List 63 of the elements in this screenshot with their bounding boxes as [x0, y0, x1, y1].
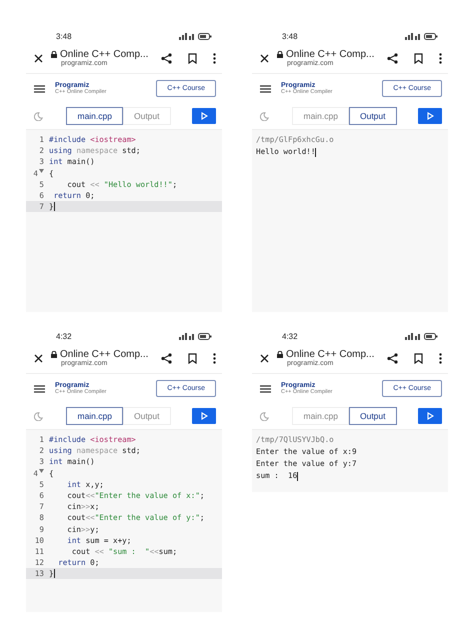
run-button[interactable] [418, 108, 442, 124]
close-icon[interactable] [32, 52, 45, 64]
play-icon [200, 112, 208, 120]
battery-icon [198, 333, 212, 340]
run-button[interactable] [192, 408, 216, 424]
battery-icon [424, 333, 438, 340]
status-time: 4:32 [282, 332, 298, 341]
close-icon[interactable] [258, 52, 271, 64]
lock-icon [51, 351, 57, 358]
file-tab[interactable]: Output [348, 407, 397, 425]
text-cursor [315, 148, 316, 156]
page-title: Online C++ Comp... [286, 349, 374, 360]
file-tab[interactable]: Output [348, 107, 397, 125]
menu-icon[interactable] [32, 82, 47, 94]
battery-icon [424, 33, 438, 40]
lock-icon [277, 351, 283, 358]
signal-icon [405, 33, 421, 40]
bookmark-icon[interactable] [186, 50, 199, 66]
share-icon[interactable] [159, 350, 174, 366]
text-cursor [54, 569, 55, 578]
share-icon[interactable] [159, 50, 174, 66]
run-button[interactable] [192, 108, 216, 124]
page-title: Online C++ Comp... [60, 49, 148, 60]
bookmark-icon[interactable] [186, 350, 199, 366]
more-options-icon[interactable] [211, 50, 218, 66]
signal-icon [405, 333, 421, 340]
status-time: 3:48 [282, 32, 298, 41]
lock-icon [51, 51, 57, 58]
more-options-icon[interactable] [437, 350, 444, 366]
file-tab[interactable]: main.cpp [66, 407, 123, 425]
page-title: Online C++ Comp... [286, 49, 374, 60]
file-tab[interactable]: main.cpp [292, 107, 349, 125]
close-icon[interactable] [32, 352, 45, 364]
menu-icon[interactable] [258, 82, 273, 94]
play-icon [426, 412, 434, 420]
status-time: 4:32 [56, 332, 72, 341]
text-cursor [54, 202, 55, 212]
page-title: Online C++ Comp... [60, 349, 148, 360]
lock-icon [277, 51, 283, 58]
play-icon [200, 412, 208, 420]
file-tab[interactable]: main.cpp [292, 407, 349, 425]
share-icon[interactable] [385, 350, 400, 366]
menu-icon[interactable] [258, 382, 273, 394]
menu-icon[interactable] [32, 382, 47, 394]
file-tab[interactable]: main.cpp [66, 107, 123, 125]
play-icon [426, 112, 434, 120]
more-options-icon[interactable] [437, 50, 444, 66]
signal-icon [179, 333, 195, 340]
fold-caret-icon[interactable] [39, 468, 44, 473]
run-button[interactable] [418, 408, 442, 424]
bookmark-icon[interactable] [412, 350, 425, 366]
text-cursor [297, 472, 298, 480]
share-icon[interactable] [385, 50, 400, 66]
file-tab[interactable]: Output [122, 407, 171, 425]
bookmark-icon[interactable] [412, 50, 425, 66]
battery-icon [198, 33, 212, 40]
fold-caret-icon[interactable] [39, 168, 44, 173]
status-time: 3:48 [56, 32, 72, 41]
close-icon[interactable] [258, 352, 271, 364]
code-editor[interactable] [26, 430, 222, 612]
file-tab[interactable]: Output [122, 107, 171, 125]
signal-icon [179, 33, 195, 40]
more-options-icon[interactable] [211, 350, 218, 366]
